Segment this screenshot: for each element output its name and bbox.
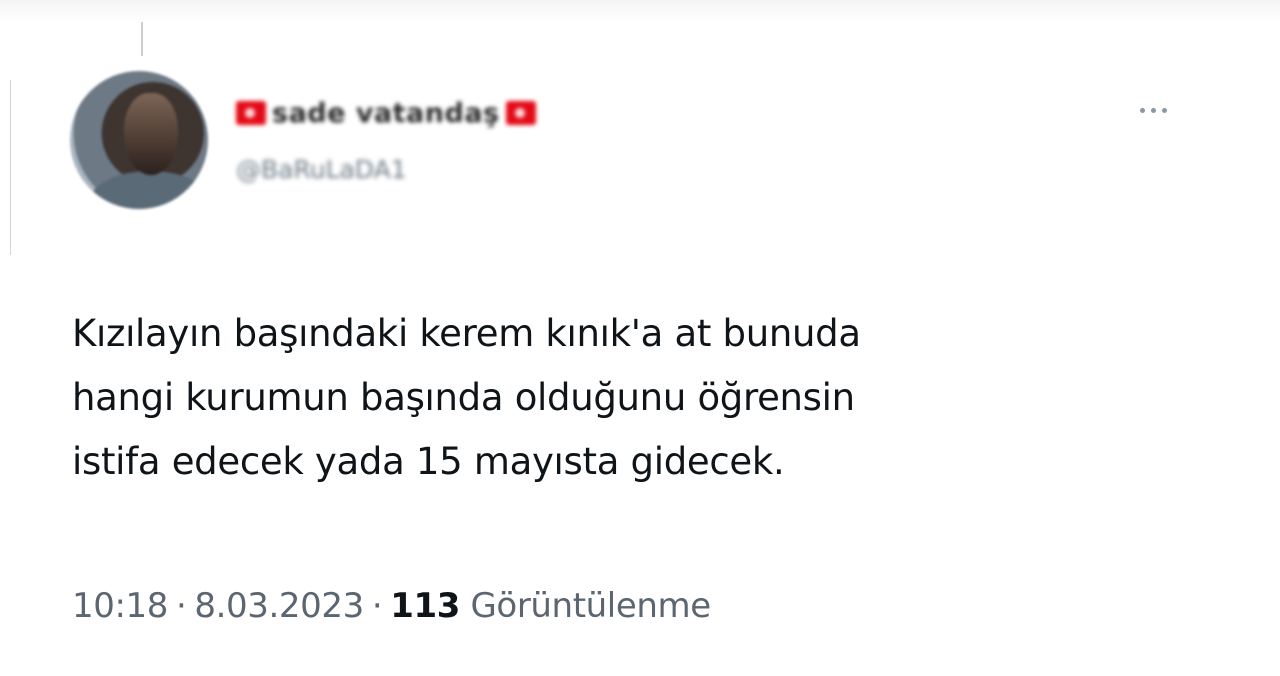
dot — [1139, 107, 1145, 113]
tweet-text-line: Kızılayın başındaki kerem kınık'a at bun… — [72, 312, 861, 355]
avatar-shoulder — [90, 171, 208, 209]
avatar-face — [124, 93, 178, 175]
tweet-date[interactable]: 8.03.2023 — [194, 586, 364, 626]
turkey-flag-icon — [236, 101, 266, 125]
dot — [1150, 107, 1156, 113]
tweet-text-line: hangi kurumun başında olduğunu öğrensin — [72, 376, 855, 419]
separator: · — [175, 586, 187, 626]
views-label: Görüntülenme — [470, 586, 711, 626]
turkey-flag-icon — [505, 101, 536, 125]
separator: · — [371, 586, 383, 626]
avatar[interactable] — [70, 71, 208, 209]
more-horizontal-icon[interactable] — [1125, 92, 1181, 128]
views-count: 113 — [390, 586, 461, 626]
author-display-name[interactable]: sade vatandaş — [272, 98, 500, 129]
tweet-text-line: istifa edecek yada 15 mayısta gidecek. — [72, 440, 785, 483]
tweet-meta: 10:18 · 8.03.2023 · 113 Görüntülenme — [72, 586, 711, 626]
tweet-time[interactable]: 10:18 — [72, 586, 168, 626]
tweet-card: sade vatandaş @BaRuLaDA1 Kızılayın başın… — [0, 0, 1280, 676]
dot — [1161, 107, 1167, 113]
tweet-text: Kızılayın başındaki kerem kınık'a at bun… — [72, 302, 1192, 494]
author-name-row[interactable]: sade vatandaş — [236, 93, 536, 133]
author-handle[interactable]: @BaRuLaDA1 — [236, 155, 407, 184]
